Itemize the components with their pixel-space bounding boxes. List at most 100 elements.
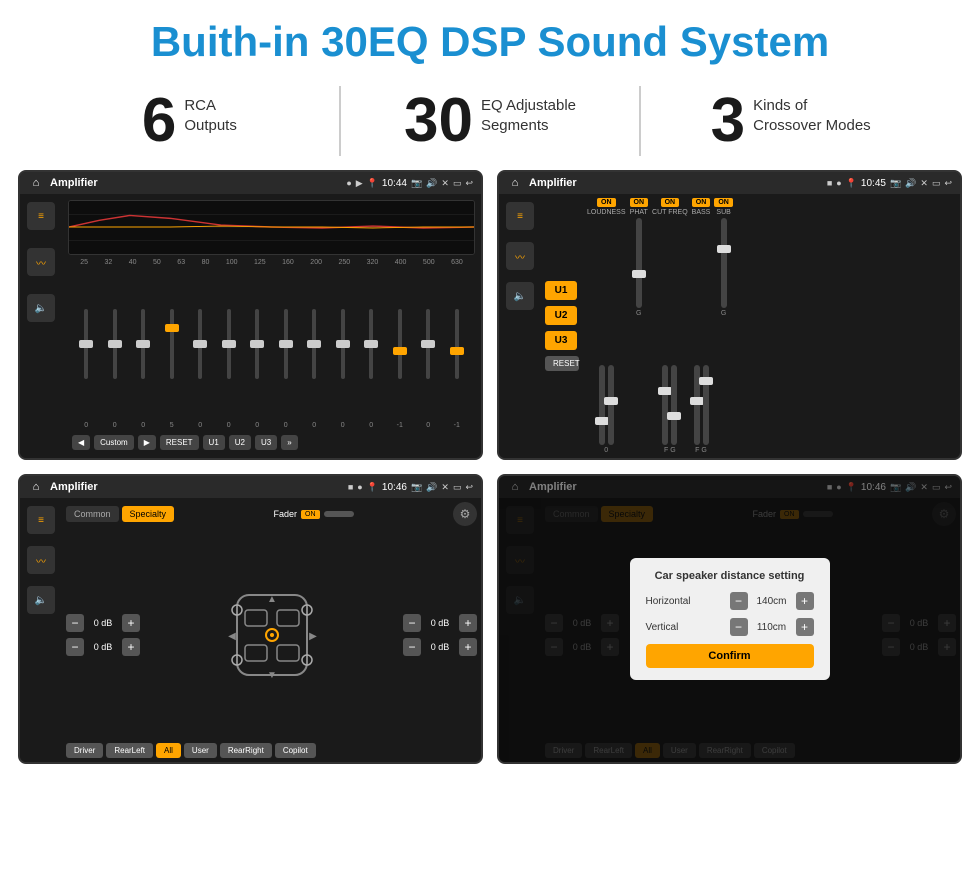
fader-slider[interactable] xyxy=(324,511,354,517)
u3-crossover-btn[interactable]: U3 xyxy=(545,331,577,350)
spk2-icon[interactable]: 🔈 xyxy=(506,282,534,310)
loudness-slider-1[interactable] xyxy=(599,365,605,445)
user-btn[interactable]: User xyxy=(184,743,217,758)
phat-on[interactable]: ON xyxy=(630,198,649,207)
slider-8[interactable] xyxy=(284,270,288,418)
speaker-time: 10:46 xyxy=(382,482,407,493)
u2-btn[interactable]: U2 xyxy=(229,435,251,450)
vol-row-3: − 0 dB + xyxy=(403,614,477,632)
eq-icon[interactable]: ≡ xyxy=(27,202,55,230)
home-icon-3[interactable]: ⌂ xyxy=(28,479,44,495)
cutfreq-on[interactable]: ON xyxy=(661,198,680,207)
home-icon-2[interactable]: ⌂ xyxy=(507,175,523,191)
slider-10[interactable] xyxy=(341,270,345,418)
slider-1[interactable] xyxy=(84,270,88,418)
vol-minus-1[interactable]: − xyxy=(66,614,84,632)
wave3-icon[interactable]: 〰 xyxy=(27,546,55,574)
all-btn[interactable]: All xyxy=(156,743,181,758)
stat-number-3: 3 xyxy=(711,90,745,152)
loudness-label: LOUDNESS xyxy=(587,209,626,216)
u1-crossover-btn[interactable]: U1 xyxy=(545,281,577,300)
settings-icon[interactable]: ⚙ xyxy=(453,502,477,526)
slider-6[interactable] xyxy=(227,270,231,418)
speaker-icon[interactable]: 🔈 xyxy=(27,294,55,322)
rearright-btn[interactable]: RearRight xyxy=(220,743,272,758)
eq-sidebar: ≡ 〰 🔈 xyxy=(20,194,62,458)
home-icon[interactable]: ⌂ xyxy=(28,175,44,191)
pin2-icon: 📍 xyxy=(846,178,857,189)
cutfreq-slider-f[interactable] xyxy=(662,365,668,445)
crossover-reset-btn[interactable]: RESET xyxy=(545,356,579,371)
speaker-dialog-screen: ⌂ Amplifier ■ ● 📍 10:46 📷 🔊 ✕ ▭ ↩ ≡ 〰 🔈 xyxy=(497,474,962,764)
horizontal-plus-btn[interactable]: + xyxy=(796,592,814,610)
crossover-sidebar: ≡ 〰 🔈 xyxy=(499,194,541,458)
eq3-icon[interactable]: ≡ xyxy=(27,506,55,534)
slider-7[interactable] xyxy=(255,270,259,418)
fader-on-badge[interactable]: ON xyxy=(301,510,320,519)
reset-btn[interactable]: RESET xyxy=(160,435,199,450)
stat-text-crossover: Kinds ofCrossover Modes xyxy=(753,90,871,135)
cutfreq-slider-g[interactable] xyxy=(671,365,677,445)
vertical-plus-btn[interactable]: + xyxy=(796,618,814,636)
speaker-tabs: Common Specialty xyxy=(66,506,174,522)
vol3-icon: 🔊 xyxy=(426,482,437,493)
sub-on[interactable]: ON xyxy=(714,198,733,207)
vol-plus-3[interactable]: + xyxy=(459,614,477,632)
slider-13[interactable] xyxy=(426,270,430,418)
dot2-icon: ● xyxy=(836,178,841,188)
prev-btn[interactable]: ◀ xyxy=(72,435,90,450)
vol-minus-3[interactable]: − xyxy=(403,614,421,632)
u2-crossover-btn[interactable]: U2 xyxy=(545,306,577,325)
slider-12[interactable] xyxy=(398,270,402,418)
slider-9[interactable] xyxy=(312,270,316,418)
copilot-btn[interactable]: Copilot xyxy=(275,743,316,758)
rearleft-btn[interactable]: RearLeft xyxy=(106,743,153,758)
val-0e: 0 xyxy=(221,422,237,429)
speaker-sidebar: ≡ 〰 🔈 xyxy=(20,498,62,762)
slider-5[interactable] xyxy=(198,270,202,418)
stat-divider-1 xyxy=(339,86,341,156)
stat-text-rca: RCAOutputs xyxy=(184,90,237,135)
phat-col: ON PHAT G xyxy=(630,198,649,454)
horizontal-minus-btn[interactable]: − xyxy=(730,592,748,610)
phat-slider[interactable] xyxy=(636,218,642,308)
tab-common[interactable]: Common xyxy=(66,506,119,522)
vol-row-1: − 0 dB + xyxy=(66,614,140,632)
next-btn[interactable]: ▶ xyxy=(138,435,156,450)
eq2-icon[interactable]: ≡ xyxy=(506,202,534,230)
vol-icon: 🔊 xyxy=(426,178,437,189)
freq-125: 125 xyxy=(254,259,266,266)
custom-btn[interactable]: Custom xyxy=(94,435,134,450)
slider-11[interactable] xyxy=(369,270,373,418)
car-svg: ▲ ▼ ◀ ▶ xyxy=(217,580,327,690)
bass-on[interactable]: ON xyxy=(692,198,711,207)
slider-2[interactable] xyxy=(113,270,117,418)
dot-icon: ● xyxy=(346,178,351,188)
vol-minus-2[interactable]: − xyxy=(66,638,84,656)
expand-btn[interactable]: » xyxy=(281,435,297,450)
wave-icon[interactable]: 〰 xyxy=(27,248,55,276)
dot3-icon: ● xyxy=(357,482,362,492)
vertical-minus-btn[interactable]: − xyxy=(730,618,748,636)
slider-3[interactable] xyxy=(141,270,145,418)
rect-icon: ▭ xyxy=(453,178,462,189)
driver-btn[interactable]: Driver xyxy=(66,743,103,758)
vol-plus-2[interactable]: + xyxy=(122,638,140,656)
slider-14[interactable] xyxy=(455,270,459,418)
u1-btn[interactable]: U1 xyxy=(203,435,225,450)
tab-specialty[interactable]: Specialty xyxy=(122,506,175,522)
bass-slider-g[interactable] xyxy=(703,365,709,445)
u3-btn[interactable]: U3 xyxy=(255,435,277,450)
slider-4[interactable] xyxy=(170,270,174,418)
loudness-slider-2[interactable] xyxy=(608,365,614,445)
wave2-icon[interactable]: 〰 xyxy=(506,242,534,270)
speaker-status-bar: ⌂ Amplifier ■ ● 📍 10:46 📷 🔊 ✕ ▭ ↩ xyxy=(20,476,481,498)
vol-minus-4[interactable]: − xyxy=(403,638,421,656)
spk3-icon[interactable]: 🔈 xyxy=(27,586,55,614)
speaker-top-row: Common Specialty Fader ON ⚙ xyxy=(66,502,477,526)
confirm-button[interactable]: Confirm xyxy=(646,644,814,668)
vol-plus-1[interactable]: + xyxy=(122,614,140,632)
vol-plus-4[interactable]: + xyxy=(459,638,477,656)
sub-slider[interactable] xyxy=(721,218,727,308)
loudness-on[interactable]: ON xyxy=(597,198,616,207)
